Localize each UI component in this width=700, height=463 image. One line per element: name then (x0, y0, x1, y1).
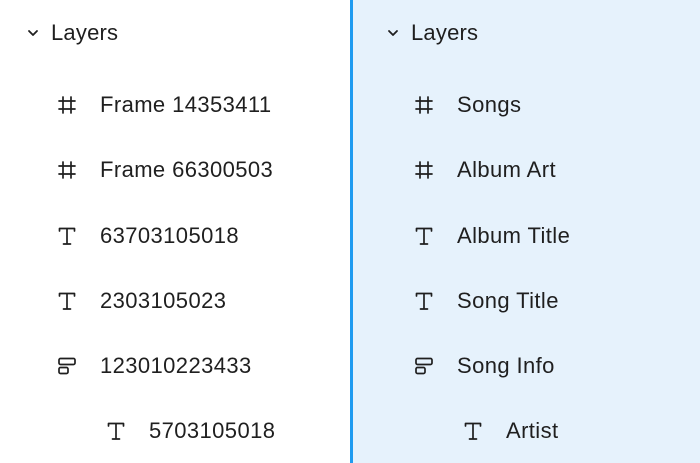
chevron-down-icon[interactable] (386, 26, 400, 40)
layer-item[interactable]: Album Art (412, 150, 556, 190)
text-icon (55, 224, 79, 248)
layer-item[interactable]: Song Info (412, 346, 555, 386)
layer-label: Artist (506, 418, 559, 443)
layer-item[interactable]: Album Title (412, 216, 570, 256)
layer-item[interactable]: 123010223433 (55, 346, 252, 386)
layers-title: Layers (51, 20, 119, 45)
layer-label: Song Title (457, 288, 559, 313)
text-icon (412, 289, 436, 313)
frame-icon (55, 93, 79, 117)
layers-comparison: Layers Frame 14353411 Frame 66300503 637… (0, 0, 700, 463)
layer-label: Frame 14353411 (100, 92, 272, 117)
layer-label: 63703105018 (100, 223, 239, 248)
layer-label: 5703105018 (149, 418, 276, 443)
layers-panel-right: Layers Songs Album Art Album Title Song … (350, 0, 700, 463)
layer-label: 2303105023 (100, 288, 227, 313)
text-icon (55, 289, 79, 313)
layer-item[interactable]: 63703105018 (55, 216, 239, 256)
layer-label: Song Info (457, 353, 555, 378)
text-icon (412, 224, 436, 248)
auto-layout-icon (412, 354, 436, 378)
layer-item-nested[interactable]: 5703105018 (104, 411, 275, 451)
frame-icon (412, 158, 436, 182)
frame-icon (412, 93, 436, 117)
layer-label: Frame 66300503 (100, 157, 274, 182)
layers-header-right[interactable]: Layers (386, 19, 478, 47)
layers-header-left[interactable]: Layers (26, 19, 118, 47)
layer-label: Album Art (457, 157, 556, 182)
layers-title: Layers (411, 20, 479, 45)
text-icon (104, 419, 128, 443)
layer-item[interactable]: Songs (412, 85, 521, 125)
layer-item[interactable]: Song Title (412, 281, 559, 321)
text-icon (461, 419, 485, 443)
auto-layout-icon (55, 354, 79, 378)
layer-item[interactable]: Frame 66300503 (55, 150, 273, 190)
layer-label: 123010223433 (100, 353, 252, 378)
layer-item[interactable]: 2303105023 (55, 281, 226, 321)
frame-icon (55, 158, 79, 182)
layers-panel-left: Layers Frame 14353411 Frame 66300503 637… (0, 0, 350, 463)
layer-item[interactable]: Frame 14353411 (55, 85, 272, 125)
chevron-down-icon[interactable] (26, 26, 40, 40)
layer-label: Album Title (457, 223, 571, 248)
layer-item-nested[interactable]: Artist (461, 411, 559, 451)
layer-label: Songs (457, 92, 522, 117)
